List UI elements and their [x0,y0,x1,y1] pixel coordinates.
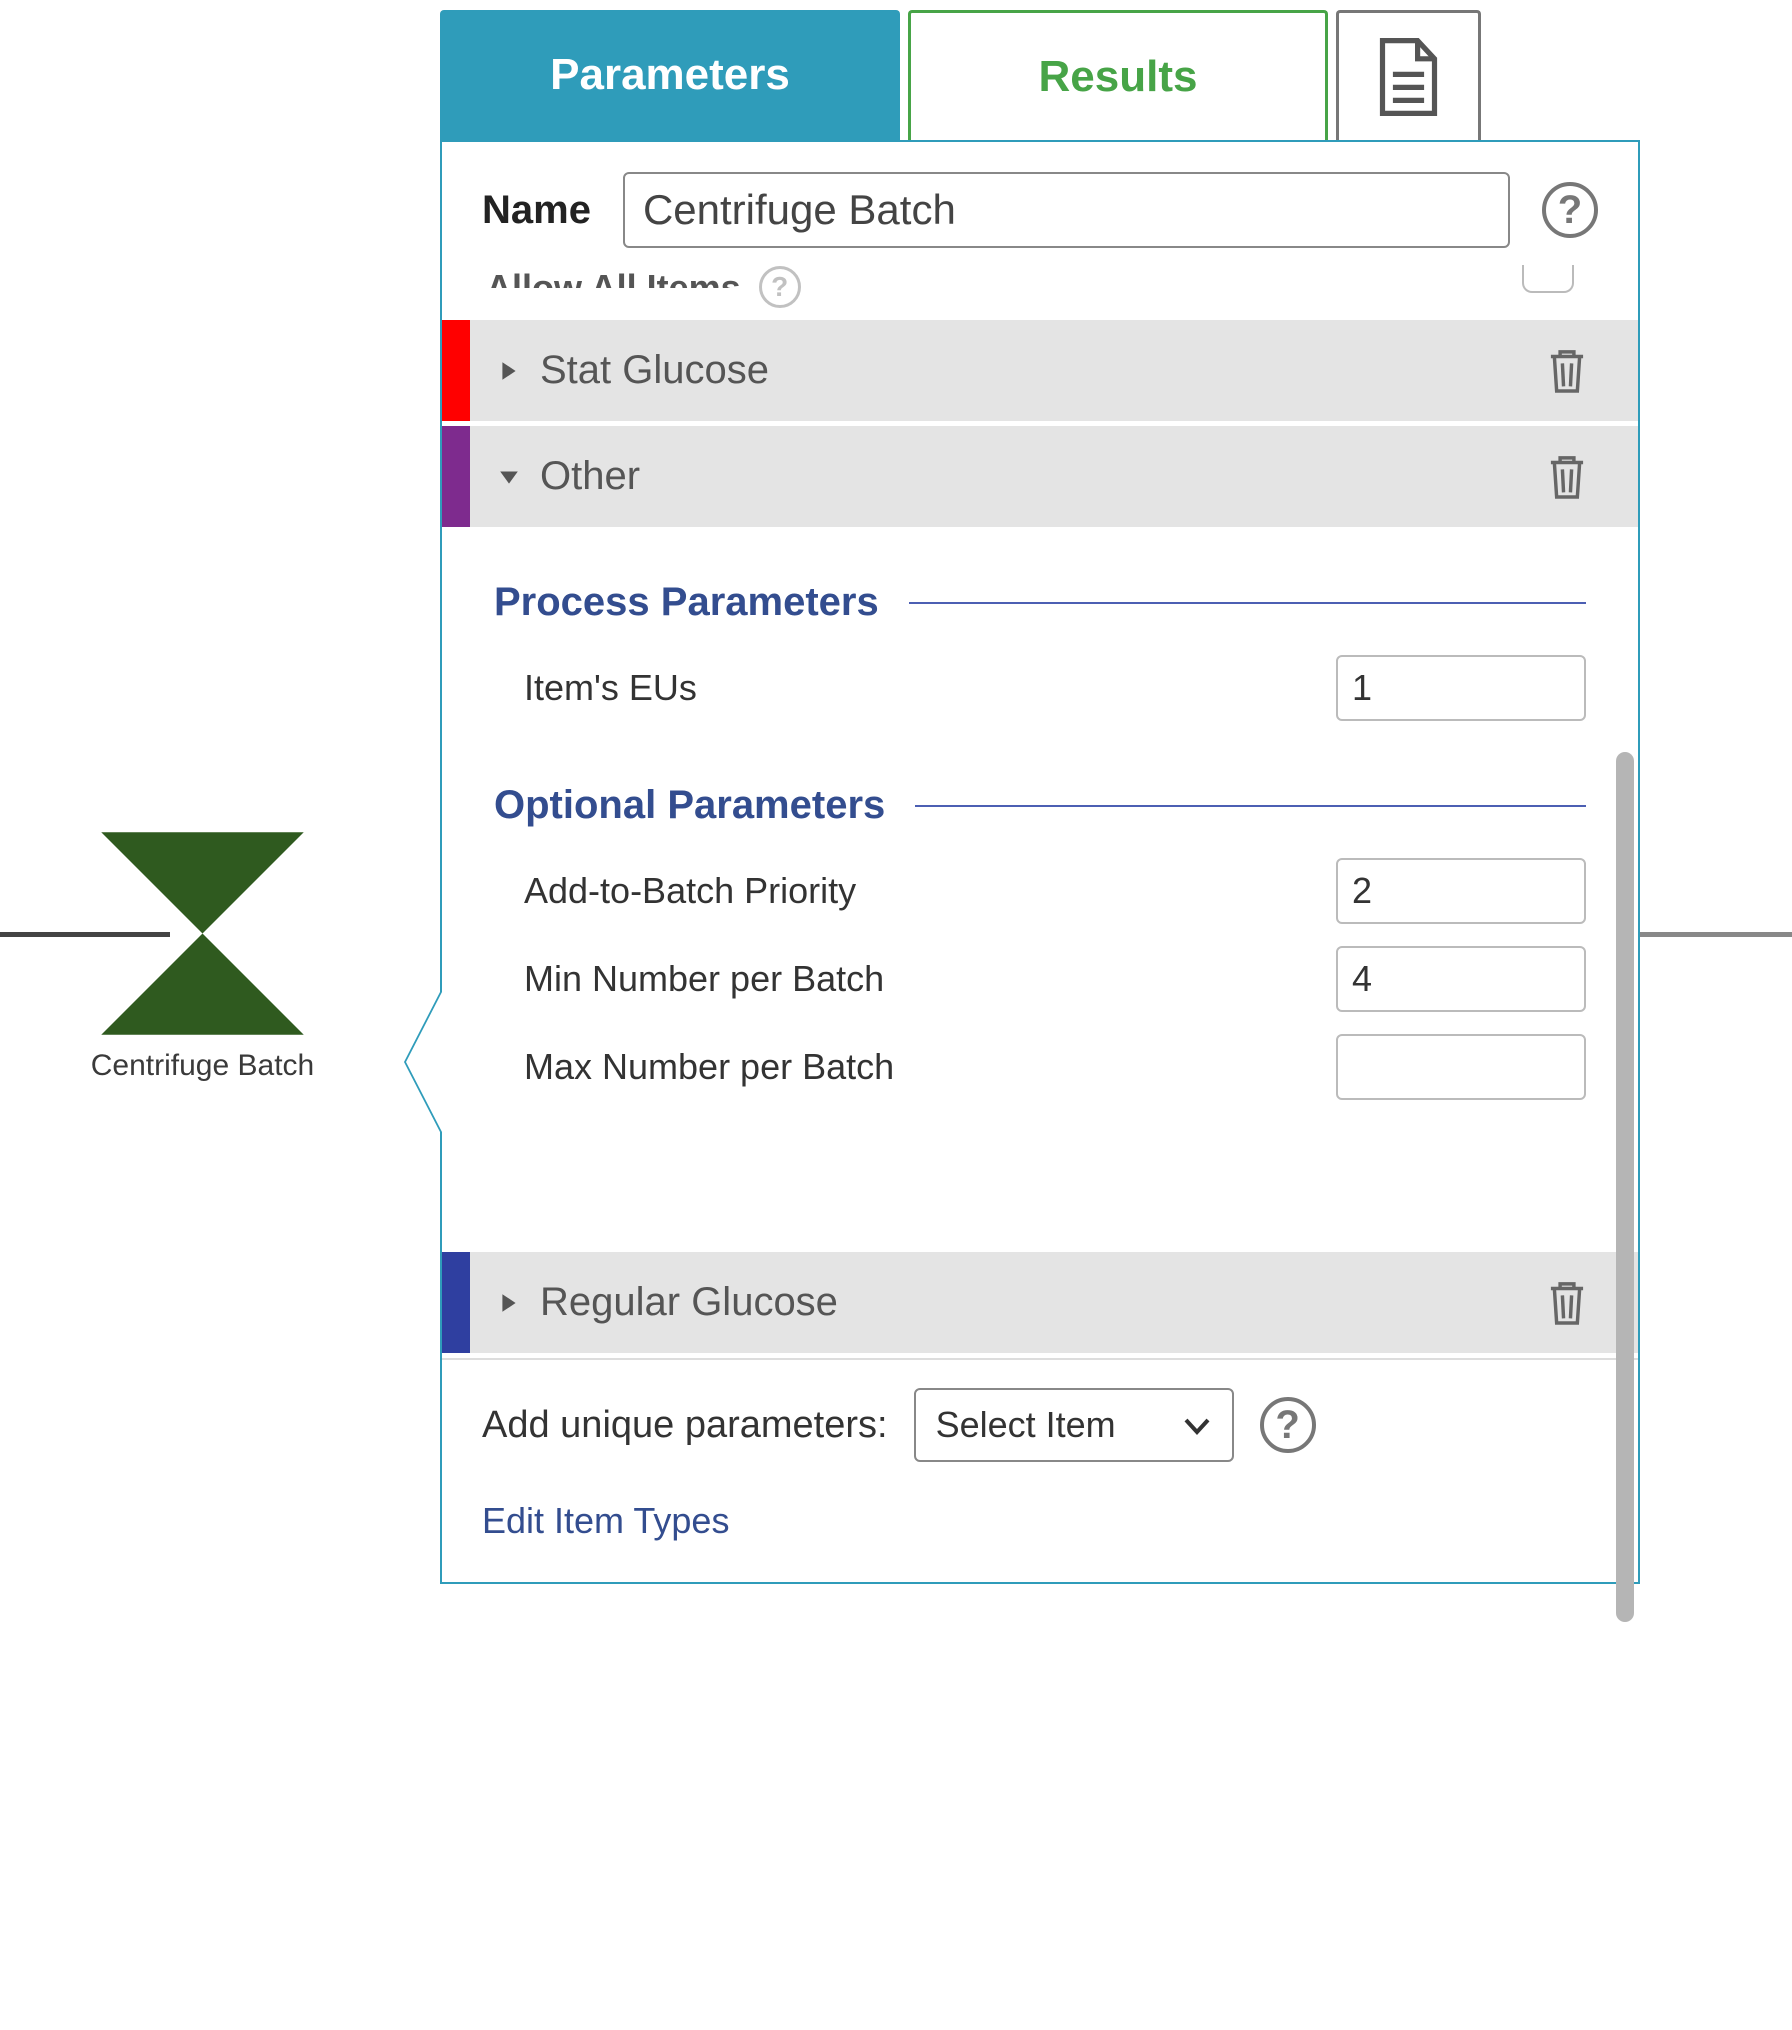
help-add-unique-icon[interactable]: ? [1260,1397,1316,1453]
chevron-down-icon [1182,1410,1212,1440]
item-row-other[interactable]: Other [442,426,1638,532]
hourglass-icon [90,826,315,1041]
item-color-swatch [442,426,470,527]
help-name-icon[interactable]: ? [1542,182,1598,238]
add-unique-parameters-label: Add unique parameters: [482,1404,888,1447]
process-parameters-title: Process Parameters [494,580,879,625]
delete-button[interactable] [1544,348,1590,394]
chevron-down-icon [498,466,520,488]
tab-results[interactable]: Results [908,10,1328,140]
add-to-batch-priority-input[interactable] [1336,858,1586,924]
tab-parameters[interactable]: Parameters [440,10,900,140]
edit-item-types-link[interactable]: Edit Item Types [482,1500,1598,1542]
section-rule [909,602,1586,604]
delete-button[interactable] [1544,454,1590,500]
item-label: Regular Glucose [540,1280,1544,1325]
help-allow-icon[interactable]: ? [759,266,801,308]
trash-icon [1544,345,1590,396]
select-item-label: Select Item [936,1404,1116,1446]
item-color-swatch [442,1252,470,1353]
item-label: Stat Glucose [540,348,1544,393]
panel-pointer [406,992,442,1132]
tab-row: Parameters Results [440,10,1640,140]
min-per-batch-label: Min Number per Batch [524,958,884,1000]
trash-icon [1544,1277,1590,1328]
properties-panel: Parameters Results Name ? [440,10,1640,1584]
centrifuge-batch-node[interactable]: Centrifuge Batch [90,826,315,1096]
document-icon [1376,37,1441,117]
select-item-dropdown[interactable]: Select Item [914,1388,1234,1462]
add-to-batch-priority-label: Add-to-Batch Priority [524,870,856,912]
node-caption: Centrifuge Batch [91,1049,314,1083]
max-per-batch-label: Max Number per Batch [524,1046,894,1088]
connector-right [1637,932,1792,937]
item-color-swatch [442,320,470,421]
item-label: Other [540,454,1544,499]
items-eus-input[interactable] [1336,655,1586,721]
max-per-batch-input[interactable] [1336,1034,1586,1100]
section-rule [915,805,1586,807]
allow-all-items-label: Allow All Items [486,258,741,288]
tab-documentation[interactable] [1336,10,1481,140]
items-eus-label: Item's EUs [524,667,697,709]
allow-all-items-checkbox[interactable] [1522,265,1574,293]
chevron-right-icon [498,1292,520,1314]
chevron-right-icon [498,360,520,382]
name-input[interactable] [623,172,1510,248]
item-row-regular-glucose[interactable]: Regular Glucose [442,1252,1638,1358]
name-label: Name [482,188,591,233]
min-per-batch-input[interactable] [1336,946,1586,1012]
scrollbar[interactable] [1614,732,1634,1732]
trash-icon [1544,451,1590,502]
scrollbar-thumb[interactable] [1616,752,1634,1622]
other-expanded-section: Process Parameters Item's EUs Optional P… [442,532,1638,1252]
optional-parameters-title: Optional Parameters [494,783,885,828]
item-row-stat-glucose[interactable]: Stat Glucose [442,320,1638,426]
delete-button[interactable] [1544,1280,1590,1326]
bottom-region: Add unique parameters: Select Item ? Edi… [442,1358,1638,1582]
